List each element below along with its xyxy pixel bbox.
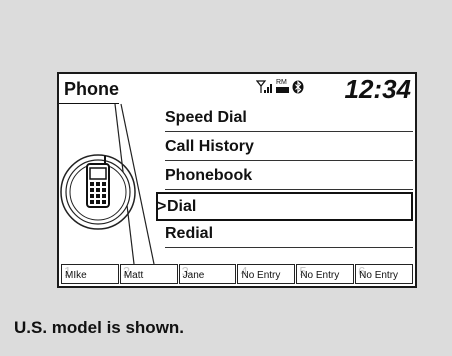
speed-dial-slot-1[interactable]: 1 MIke — [61, 264, 119, 284]
slot-name: Jane — [182, 270, 205, 281]
slot-name: No Entry — [241, 270, 281, 281]
speed-dial-slot-3[interactable]: 3 Jane — [178, 264, 237, 284]
menu-item-label: Redial — [165, 225, 214, 242]
speed-dial-bar: 1 MIke 2 Matt 3 Jane 4 No Entry 5 No Ent… — [61, 264, 413, 284]
menu-item-label: Phonebook — [165, 167, 253, 184]
slot-name: Matt — [123, 270, 144, 281]
signal-icon — [256, 80, 272, 93]
roam-icon: RM — [276, 79, 290, 94]
slot-name: No Entry — [359, 270, 399, 281]
status-icons: RM — [256, 79, 304, 94]
selection-cursor: > — [157, 198, 167, 215]
speed-dial-slot-5[interactable]: 5 No Entry — [296, 264, 355, 284]
menu-item-speed-dial[interactable]: Speed Dial — [156, 105, 413, 134]
phone-graphic — [60, 103, 155, 264]
speed-dial-slot-6[interactable]: 6 No Entry — [355, 264, 413, 284]
menu-item-redial[interactable]: Redial — [156, 221, 413, 250]
menu-divider — [165, 131, 413, 132]
menu-divider — [165, 247, 413, 248]
menu-item-label: Dial — [167, 198, 197, 215]
menu-divider — [165, 160, 413, 161]
slot-name: MIke — [65, 270, 87, 281]
menu-divider — [165, 189, 413, 190]
clock: 12:34 — [344, 74, 412, 104]
menu-item-call-history[interactable]: Call History — [156, 134, 413, 163]
bluetooth-icon — [292, 80, 304, 94]
menu-item-label: Speed Dial — [165, 109, 247, 126]
speed-dial-slot-2[interactable]: 2 Matt — [119, 264, 178, 284]
slot-name: No Entry — [300, 270, 340, 281]
speed-dial-slot-4[interactable]: 4 No Entry — [237, 264, 296, 284]
roam-text: RM — [276, 79, 287, 86]
phone-menu: Speed Dial Call History Phonebook > Dial… — [156, 105, 413, 250]
caption: U.S. model is shown. — [14, 318, 185, 337]
menu-item-phonebook[interactable]: Phonebook — [156, 163, 413, 192]
menu-item-dial[interactable]: > Dial — [156, 192, 413, 221]
menu-item-label: Call History — [165, 138, 254, 155]
phone-screen: Phone RM 12:34 Speed Dial Call History P… — [57, 72, 417, 288]
mobile-phone-icon — [86, 156, 110, 208]
